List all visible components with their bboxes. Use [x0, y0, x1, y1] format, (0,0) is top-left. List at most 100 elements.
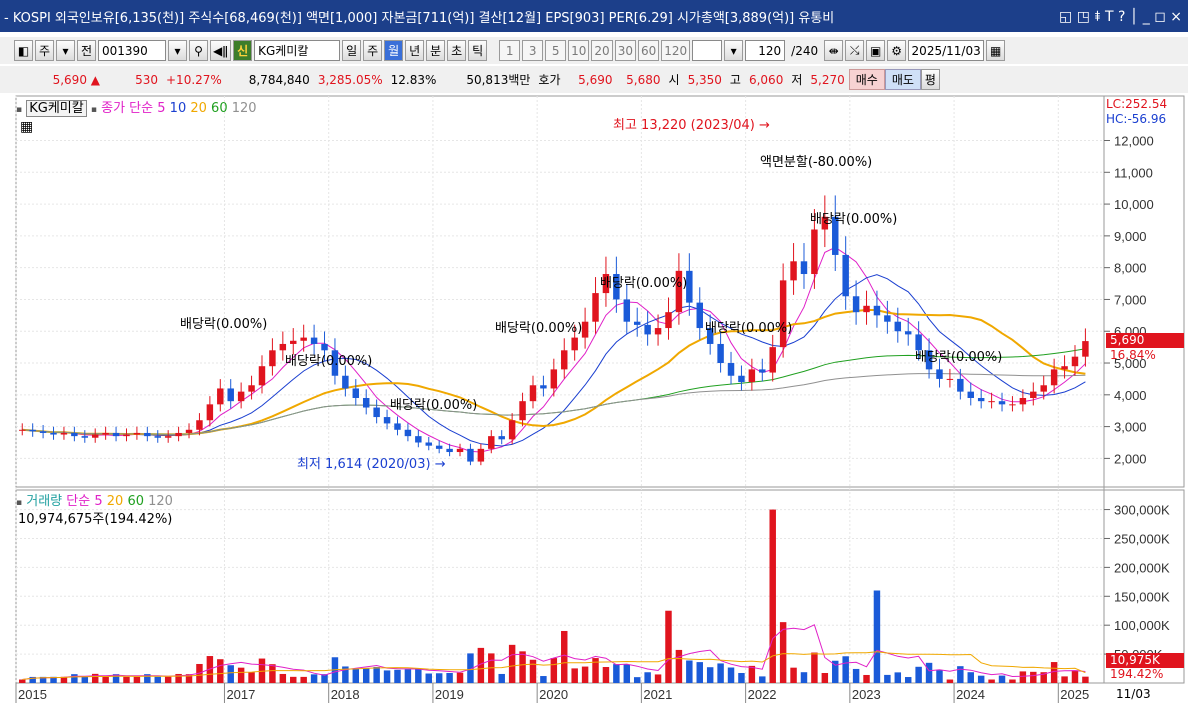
volume-bar	[571, 668, 578, 683]
volume-bar	[717, 663, 724, 683]
volume-bar	[456, 672, 464, 683]
candle-body	[790, 261, 797, 281]
volume-bar	[133, 676, 141, 683]
legend-ma120[interactable]: 120	[232, 101, 257, 116]
volume-bar	[279, 673, 287, 683]
volume-bar	[508, 644, 516, 683]
volume-ma20[interactable]: 20	[107, 494, 124, 509]
time-tick-label: 2025	[1060, 687, 1089, 702]
candle-body	[727, 363, 735, 376]
time-tick-label: 2017	[226, 687, 255, 702]
legend-ma10[interactable]: 10	[170, 101, 187, 116]
volume-bar	[81, 676, 89, 683]
candle-body	[654, 328, 662, 335]
price-tick-label: 2,000	[1114, 451, 1147, 466]
dividend-annotation: 배당락(0.00%)	[810, 212, 898, 227]
volume-bar	[665, 610, 672, 683]
volume-bar	[498, 673, 505, 683]
legend-ma-label[interactable]: 종가 단순	[101, 101, 153, 116]
candle-body	[394, 423, 401, 430]
volume-tick-label: 100,000K	[1114, 618, 1170, 633]
price-tick-label: 12,000	[1114, 134, 1154, 149]
volume-bar	[1071, 670, 1079, 683]
current-volume-tag: 10,975K	[1106, 653, 1184, 668]
volume-bar	[561, 630, 568, 683]
candle-body	[800, 261, 808, 275]
candle-body	[550, 369, 558, 389]
legend-stock-name[interactable]: KG케미칼	[26, 100, 87, 117]
legend-ma60[interactable]: 60	[211, 101, 228, 116]
volume-bar	[1061, 676, 1068, 683]
volume-bar	[738, 672, 745, 683]
volume-ma60[interactable]: 60	[127, 494, 144, 509]
candle-body	[488, 436, 495, 449]
legend-ma5[interactable]: 5	[157, 101, 165, 116]
candle-body	[342, 375, 349, 389]
candle-body	[248, 385, 255, 392]
time-tick-label: 2024	[956, 687, 985, 702]
grid-table-icon[interactable]: ▦	[20, 119, 33, 135]
volume-bar	[269, 664, 276, 683]
volume-tick-label: 300,000K	[1114, 503, 1170, 518]
current-volume-pct: 194.42%	[1110, 667, 1164, 681]
dividend-annotation: 배당락(0.00%)	[495, 321, 583, 336]
candle-body	[383, 417, 391, 424]
dividend-annotation: 배당락(0.00%)	[285, 354, 373, 369]
candle-body	[748, 369, 756, 383]
volume-bar	[1082, 676, 1089, 683]
candle-body	[696, 302, 703, 329]
candle-body	[50, 432, 57, 435]
candle-body	[175, 432, 182, 437]
current-pct-tag: 16.84%	[1110, 348, 1156, 362]
candle-body	[196, 420, 203, 430]
candle-body	[561, 350, 568, 370]
legend-ma20[interactable]: 20	[190, 101, 207, 116]
price-tick-label: 9,000	[1114, 229, 1147, 244]
volume-bar	[821, 672, 829, 683]
price-tick-label: 8,000	[1114, 261, 1147, 276]
candle-body	[91, 434, 99, 438]
candle-body	[998, 401, 1006, 405]
time-tick-label: 2019	[435, 687, 464, 702]
candle-body	[811, 229, 818, 275]
volume-bar	[19, 679, 26, 683]
candle-body	[425, 442, 432, 446]
volume-bar	[675, 649, 683, 683]
volume-ma120[interactable]: 120	[148, 494, 173, 509]
volume-bar	[529, 659, 537, 683]
dividend-annotation: 배당락(0.00%)	[390, 398, 478, 413]
volume-tick-label: 200,000K	[1114, 560, 1170, 575]
volume-bar	[633, 677, 641, 683]
price-panel-frame	[15, 95, 1185, 488]
volume-bar	[727, 667, 735, 683]
candle-body	[1071, 356, 1079, 367]
candle-body	[60, 432, 68, 435]
volume-bar	[102, 676, 109, 683]
volume-bar	[998, 675, 1006, 683]
candle-body	[779, 280, 787, 348]
volume-legend-name[interactable]: 거래량	[26, 494, 62, 509]
volume-legend-ma-label[interactable]: 단순	[66, 494, 90, 509]
current-date-label: 11/03	[1116, 687, 1151, 701]
candle-body	[717, 343, 724, 364]
volume-bar	[550, 658, 558, 683]
volume-tick-label: 250,000K	[1114, 531, 1170, 546]
volume-bar	[894, 672, 902, 683]
candle-body	[1009, 404, 1016, 406]
candle-body	[352, 388, 360, 398]
candle-body	[592, 293, 599, 322]
volume-bar	[946, 679, 954, 683]
candle-body	[185, 429, 193, 433]
candle-body	[884, 315, 891, 322]
volume-bar	[227, 665, 234, 683]
volume-ma5[interactable]: 5	[94, 494, 102, 509]
volume-bar	[237, 667, 245, 683]
volume-bar	[915, 666, 922, 683]
candle-body	[644, 324, 651, 335]
volume-bar	[290, 676, 297, 683]
volume-bar	[1030, 671, 1037, 683]
time-tick-label: 2023	[852, 687, 881, 702]
candle-body	[1061, 366, 1068, 370]
candle-body	[71, 432, 78, 437]
candle-body	[123, 434, 130, 437]
